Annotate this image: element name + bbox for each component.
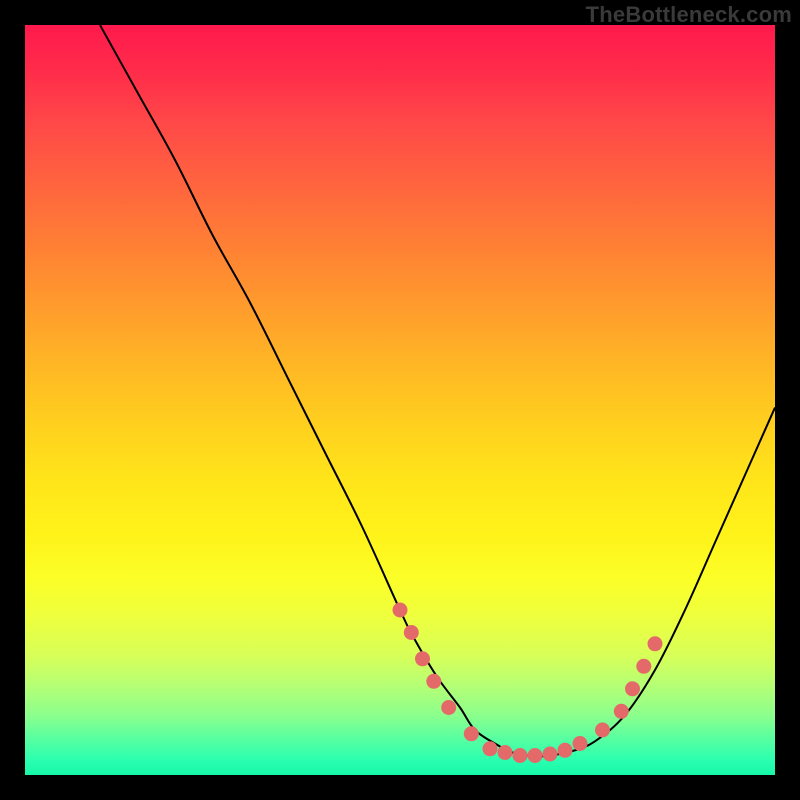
marker-dot (393, 603, 408, 618)
marker-dot (498, 745, 513, 760)
marker-dots-group (393, 603, 663, 764)
outer-frame: TheBottleneck.com (0, 0, 800, 800)
marker-dot (441, 700, 456, 715)
marker-dot (595, 723, 610, 738)
marker-dot (404, 625, 419, 640)
marker-dot (573, 736, 588, 751)
marker-dot (513, 748, 528, 763)
marker-dot (426, 674, 441, 689)
marker-dot (528, 748, 543, 763)
watermark-text: TheBottleneck.com (586, 2, 792, 28)
chart-overlay (25, 25, 775, 775)
marker-dot (648, 636, 663, 651)
marker-dot (636, 659, 651, 674)
bottleneck-curve (100, 25, 775, 757)
marker-dot (543, 747, 558, 762)
marker-dot (483, 741, 498, 756)
marker-dot (558, 743, 573, 758)
marker-dot (625, 681, 640, 696)
marker-dot (464, 726, 479, 741)
marker-dot (415, 651, 430, 666)
plot-area (25, 25, 775, 775)
marker-dot (614, 704, 629, 719)
